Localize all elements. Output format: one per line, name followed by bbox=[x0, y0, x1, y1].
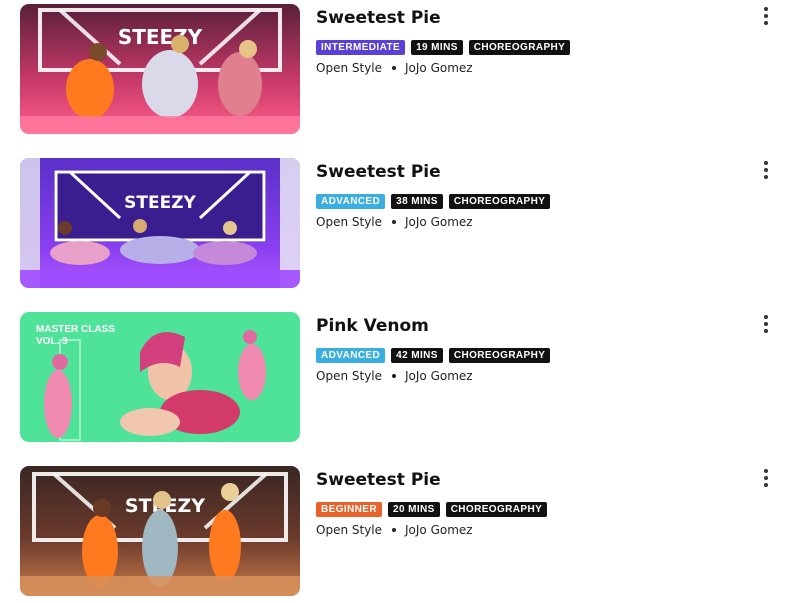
separator-dot-icon bbox=[392, 220, 397, 224]
instructor-name[interactable]: JoJo Gomez bbox=[405, 61, 473, 75]
class-title[interactable]: Sweetest Pie bbox=[316, 468, 736, 492]
duration-badge: 20 MINS bbox=[387, 502, 440, 517]
instructor-name[interactable]: JoJo Gomez bbox=[405, 369, 473, 383]
style-label: Open Style bbox=[316, 369, 383, 383]
thumb-logo: STEEZY bbox=[124, 193, 196, 213]
separator-dot-icon bbox=[392, 66, 397, 70]
level-badge: ADVANCED bbox=[316, 348, 386, 363]
class-item[interactable]: STEEZY Sweetest Pie INTERMEDIATE 19 MINS… bbox=[0, 4, 787, 134]
class-meta: Open Style JoJo Gomez bbox=[316, 61, 736, 75]
class-badges: ADVANCED 42 MINS CHOREOGRAPHY bbox=[316, 348, 736, 363]
class-item[interactable]: STEEZY Sweetest Pie BEGINNER 20 MINS CHO… bbox=[0, 466, 787, 596]
category-badge: CHOREOGRAPHY bbox=[445, 502, 548, 517]
class-item[interactable]: STEEZY Sweetest Pie ADVANCED 38 MINS CHO… bbox=[0, 158, 787, 288]
class-title[interactable]: Pink Venom bbox=[316, 314, 736, 338]
duration-badge: 42 MINS bbox=[391, 348, 443, 363]
class-info: Sweetest Pie ADVANCED 38 MINS CHOREOGRAP… bbox=[316, 160, 736, 229]
class-title[interactable]: Sweetest Pie bbox=[316, 6, 736, 30]
level-badge: INTERMEDIATE bbox=[316, 40, 406, 55]
class-info: Sweetest Pie INTERMEDIATE 19 MINS CHOREO… bbox=[316, 6, 736, 75]
style-label: Open Style bbox=[316, 61, 383, 75]
class-thumbnail[interactable]: STEEZY bbox=[20, 466, 300, 596]
dancers-wood-floor-thumbnail: STEEZY bbox=[20, 466, 300, 596]
class-item[interactable]: MASTER CLASS VOL. 3 Pink Venom ADVANCED … bbox=[0, 312, 787, 442]
class-badges: ADVANCED 38 MINS CHOREOGRAPHY bbox=[316, 194, 736, 209]
class-meta: Open Style JoJo Gomez bbox=[316, 369, 736, 383]
more-options-icon[interactable] bbox=[756, 466, 776, 490]
style-label: Open Style bbox=[316, 215, 383, 229]
separator-dot-icon bbox=[392, 374, 397, 378]
instructor-name[interactable]: JoJo Gomez bbox=[405, 523, 473, 537]
class-list: STEEZY Sweetest Pie INTERMEDIATE 19 MINS… bbox=[0, 0, 787, 603]
level-badge: BEGINNER bbox=[316, 502, 382, 517]
dancers-pink-room-thumbnail: STEEZY bbox=[20, 4, 300, 134]
class-thumbnail[interactable]: STEEZY bbox=[20, 158, 300, 288]
duration-badge: 19 MINS bbox=[411, 40, 463, 55]
thumb-caption-line1: MASTER CLASS bbox=[36, 324, 115, 335]
class-badges: INTERMEDIATE 19 MINS CHOREOGRAPHY bbox=[316, 40, 736, 55]
dancers-purple-room-thumbnail: STEEZY bbox=[20, 158, 300, 288]
level-badge: ADVANCED bbox=[316, 194, 386, 209]
category-badge: CHOREOGRAPHY bbox=[468, 40, 571, 55]
category-badge: CHOREOGRAPHY bbox=[448, 194, 551, 209]
style-label: Open Style bbox=[316, 523, 383, 537]
class-info: Sweetest Pie BEGINNER 20 MINS CHOREOGRAP… bbox=[316, 468, 736, 537]
class-meta: Open Style JoJo Gomez bbox=[316, 215, 736, 229]
category-badge: CHOREOGRAPHY bbox=[448, 348, 551, 363]
dancer-green-background-thumbnail: MASTER CLASS VOL. 3 bbox=[20, 312, 300, 442]
more-options-icon[interactable] bbox=[756, 4, 776, 28]
class-thumbnail[interactable]: MASTER CLASS VOL. 3 bbox=[20, 312, 300, 442]
thumb-logo: STEEZY bbox=[118, 25, 203, 49]
more-options-icon[interactable] bbox=[756, 312, 776, 336]
separator-dot-icon bbox=[392, 528, 397, 532]
class-thumbnail[interactable]: STEEZY bbox=[20, 4, 300, 134]
instructor-name[interactable]: JoJo Gomez bbox=[405, 215, 473, 229]
more-options-icon[interactable] bbox=[756, 158, 776, 182]
class-badges: BEGINNER 20 MINS CHOREOGRAPHY bbox=[316, 502, 736, 517]
class-title[interactable]: Sweetest Pie bbox=[316, 160, 736, 184]
duration-badge: 38 MINS bbox=[391, 194, 443, 209]
class-info: Pink Venom ADVANCED 42 MINS CHOREOGRAPHY… bbox=[316, 314, 736, 383]
class-meta: Open Style JoJo Gomez bbox=[316, 523, 736, 537]
thumb-caption-line2: VOL. 3 bbox=[36, 336, 68, 347]
